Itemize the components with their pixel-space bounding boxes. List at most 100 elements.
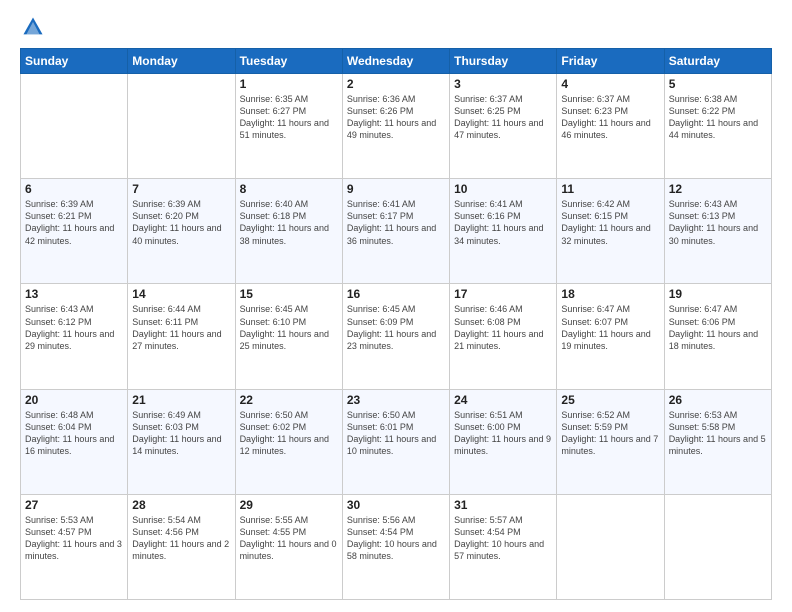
calendar-cell: 26 Sunrise: 6:53 AMSunset: 5:58 PMDayligh… [664,389,771,494]
calendar-cell: 6 Sunrise: 6:39 AMSunset: 6:21 PMDaylight… [21,179,128,284]
day-info: Sunrise: 6:50 AMSunset: 6:02 PMDaylight:… [240,409,338,458]
calendar-cell [557,494,664,599]
day-info: Sunrise: 5:56 AMSunset: 4:54 PMDaylight:… [347,514,445,563]
day-number: 21 [132,393,230,407]
day-number: 18 [561,287,659,301]
calendar-page: SundayMondayTuesdayWednesdayThursdayFrid… [0,0,792,612]
day-info: Sunrise: 6:46 AMSunset: 6:08 PMDaylight:… [454,303,552,352]
day-info: Sunrise: 6:52 AMSunset: 5:59 PMDaylight:… [561,409,659,458]
calendar-cell: 30Sunrise: 5:56 AMSunset: 4:54 PMDayligh… [342,494,449,599]
day-number: 6 [25,182,123,196]
header [20,16,772,38]
day-info: Sunrise: 6:40 AMSunset: 6:18 PMDaylight:… [240,198,338,247]
calendar-cell: 31 Sunrise: 5:57 AMSunset: 4:54 PMDayligh… [450,494,557,599]
day-info: Sunrise: 6:48 AMSunset: 6:04 PMDaylight:… [25,409,123,458]
day-info: Sunrise: 6:47 AMSunset: 6:06 PMDaylight:… [669,303,767,352]
day-number: 26 [669,393,767,407]
day-info: Sunrise: 6:39 AMSunset: 6:20 PMDaylight:… [132,198,230,247]
day-info: Sunrise: 6:45 AMSunset: 6:09 PMDaylight:… [347,303,445,352]
day-number: 5 [669,77,767,91]
calendar-week-row: 13 Sunrise: 6:43 AMSunset: 6:12 PMDayligh… [21,284,772,389]
calendar-cell: 5 Sunrise: 6:38 AMSunset: 6:22 PMDaylight… [664,74,771,179]
calendar-cell: 3 Sunrise: 6:37 AMSunset: 6:25 PMDaylight… [450,74,557,179]
calendar-cell [664,494,771,599]
day-info: Sunrise: 6:37 AMSunset: 6:23 PMDaylight:… [561,93,659,142]
day-number: 20 [25,393,123,407]
day-info: Sunrise: 5:53 AMSunset: 4:57 PMDaylight:… [25,514,123,563]
day-number: 22 [240,393,338,407]
calendar-cell: 12Sunrise: 6:43 AMSunset: 6:13 PMDayligh… [664,179,771,284]
calendar-cell: 13 Sunrise: 6:43 AMSunset: 6:12 PMDayligh… [21,284,128,389]
calendar-cell: 29Sunrise: 5:55 AMSunset: 4:55 PMDayligh… [235,494,342,599]
calendar-cell: 1 Sunrise: 6:35 AMSunset: 6:27 PMDaylight… [235,74,342,179]
day-number: 4 [561,77,659,91]
day-info: Sunrise: 6:50 AMSunset: 6:01 PMDaylight:… [347,409,445,458]
calendar-cell: 22 Sunrise: 6:50 AMSunset: 6:02 PMDayligh… [235,389,342,494]
logo-icon [22,16,44,38]
day-number: 3 [454,77,552,91]
calendar-week-row: 27Sunrise: 5:53 AMSunset: 4:57 PMDayligh… [21,494,772,599]
day-number: 11 [561,182,659,196]
calendar-day-header: Sunday [21,49,128,74]
calendar-cell: 14Sunrise: 6:44 AMSunset: 6:11 PMDayligh… [128,284,235,389]
day-number: 1 [240,77,338,91]
day-info: Sunrise: 6:37 AMSunset: 6:25 PMDaylight:… [454,93,552,142]
calendar-day-header: Tuesday [235,49,342,74]
day-info: Sunrise: 6:53 AMSunset: 5:58 PMDaylight:… [669,409,767,458]
calendar-cell: 4 Sunrise: 6:37 AMSunset: 6:23 PMDaylight… [557,74,664,179]
calendar-cell: 2Sunrise: 6:36 AMSunset: 6:26 PMDaylight… [342,74,449,179]
calendar-cell: 23Sunrise: 6:50 AMSunset: 6:01 PMDayligh… [342,389,449,494]
day-number: 24 [454,393,552,407]
calendar-cell: 10 Sunrise: 6:41 AMSunset: 6:16 PMDayligh… [450,179,557,284]
calendar-cell: 25Sunrise: 6:52 AMSunset: 5:59 PMDayligh… [557,389,664,494]
day-info: Sunrise: 6:42 AMSunset: 6:15 PMDaylight:… [561,198,659,247]
day-info: Sunrise: 6:47 AMSunset: 6:07 PMDaylight:… [561,303,659,352]
day-info: Sunrise: 5:54 AMSunset: 4:56 PMDaylight:… [132,514,230,563]
day-info: Sunrise: 6:51 AMSunset: 6:00 PMDaylight:… [454,409,552,458]
calendar-day-header: Monday [128,49,235,74]
calendar-cell: 9 Sunrise: 6:41 AMSunset: 6:17 PMDaylight… [342,179,449,284]
day-info: Sunrise: 6:39 AMSunset: 6:21 PMDaylight:… [25,198,123,247]
calendar-day-header: Saturday [664,49,771,74]
calendar-header-row: SundayMondayTuesdayWednesdayThursdayFrid… [21,49,772,74]
calendar-cell: 11 Sunrise: 6:42 AMSunset: 6:15 PMDayligh… [557,179,664,284]
calendar-cell: 7 Sunrise: 6:39 AMSunset: 6:20 PMDaylight… [128,179,235,284]
day-info: Sunrise: 6:45 AMSunset: 6:10 PMDaylight:… [240,303,338,352]
calendar-cell: 21Sunrise: 6:49 AMSunset: 6:03 PMDayligh… [128,389,235,494]
day-info: Sunrise: 6:43 AMSunset: 6:12 PMDaylight:… [25,303,123,352]
day-number: 28 [132,498,230,512]
calendar-cell [21,74,128,179]
day-number: 9 [347,182,445,196]
day-number: 19 [669,287,767,301]
day-info: Sunrise: 6:41 AMSunset: 6:17 PMDaylight:… [347,198,445,247]
calendar-cell: 8 Sunrise: 6:40 AMSunset: 6:18 PMDaylight… [235,179,342,284]
day-info: Sunrise: 6:36 AMSunset: 6:26 PMDaylight:… [347,93,445,142]
calendar-week-row: 20 Sunrise: 6:48 AMSunset: 6:04 PMDayligh… [21,389,772,494]
day-number: 31 [454,498,552,512]
calendar-cell: 17 Sunrise: 6:46 AMSunset: 6:08 PMDayligh… [450,284,557,389]
calendar-cell: 19 Sunrise: 6:47 AMSunset: 6:06 PMDayligh… [664,284,771,389]
day-number: 10 [454,182,552,196]
calendar-cell: 24 Sunrise: 6:51 AMSunset: 6:00 PMDayligh… [450,389,557,494]
calendar-cell: 20 Sunrise: 6:48 AMSunset: 6:04 PMDayligh… [21,389,128,494]
calendar-cell: 27Sunrise: 5:53 AMSunset: 4:57 PMDayligh… [21,494,128,599]
calendar-week-row: 6 Sunrise: 6:39 AMSunset: 6:21 PMDaylight… [21,179,772,284]
calendar-cell: 16Sunrise: 6:45 AMSunset: 6:09 PMDayligh… [342,284,449,389]
day-number: 29 [240,498,338,512]
day-info: Sunrise: 6:38 AMSunset: 6:22 PMDaylight:… [669,93,767,142]
day-info: Sunrise: 6:43 AMSunset: 6:13 PMDaylight:… [669,198,767,247]
day-number: 13 [25,287,123,301]
logo [20,16,44,38]
calendar-day-header: Friday [557,49,664,74]
day-info: Sunrise: 5:57 AMSunset: 4:54 PMDaylight:… [454,514,552,563]
calendar-cell: 18 Sunrise: 6:47 AMSunset: 6:07 PMDayligh… [557,284,664,389]
calendar-cell [128,74,235,179]
day-number: 7 [132,182,230,196]
day-info: Sunrise: 6:41 AMSunset: 6:16 PMDaylight:… [454,198,552,247]
day-number: 17 [454,287,552,301]
day-info: Sunrise: 6:35 AMSunset: 6:27 PMDaylight:… [240,93,338,142]
day-number: 8 [240,182,338,196]
calendar-day-header: Wednesday [342,49,449,74]
day-info: Sunrise: 6:44 AMSunset: 6:11 PMDaylight:… [132,303,230,352]
calendar-day-header: Thursday [450,49,557,74]
